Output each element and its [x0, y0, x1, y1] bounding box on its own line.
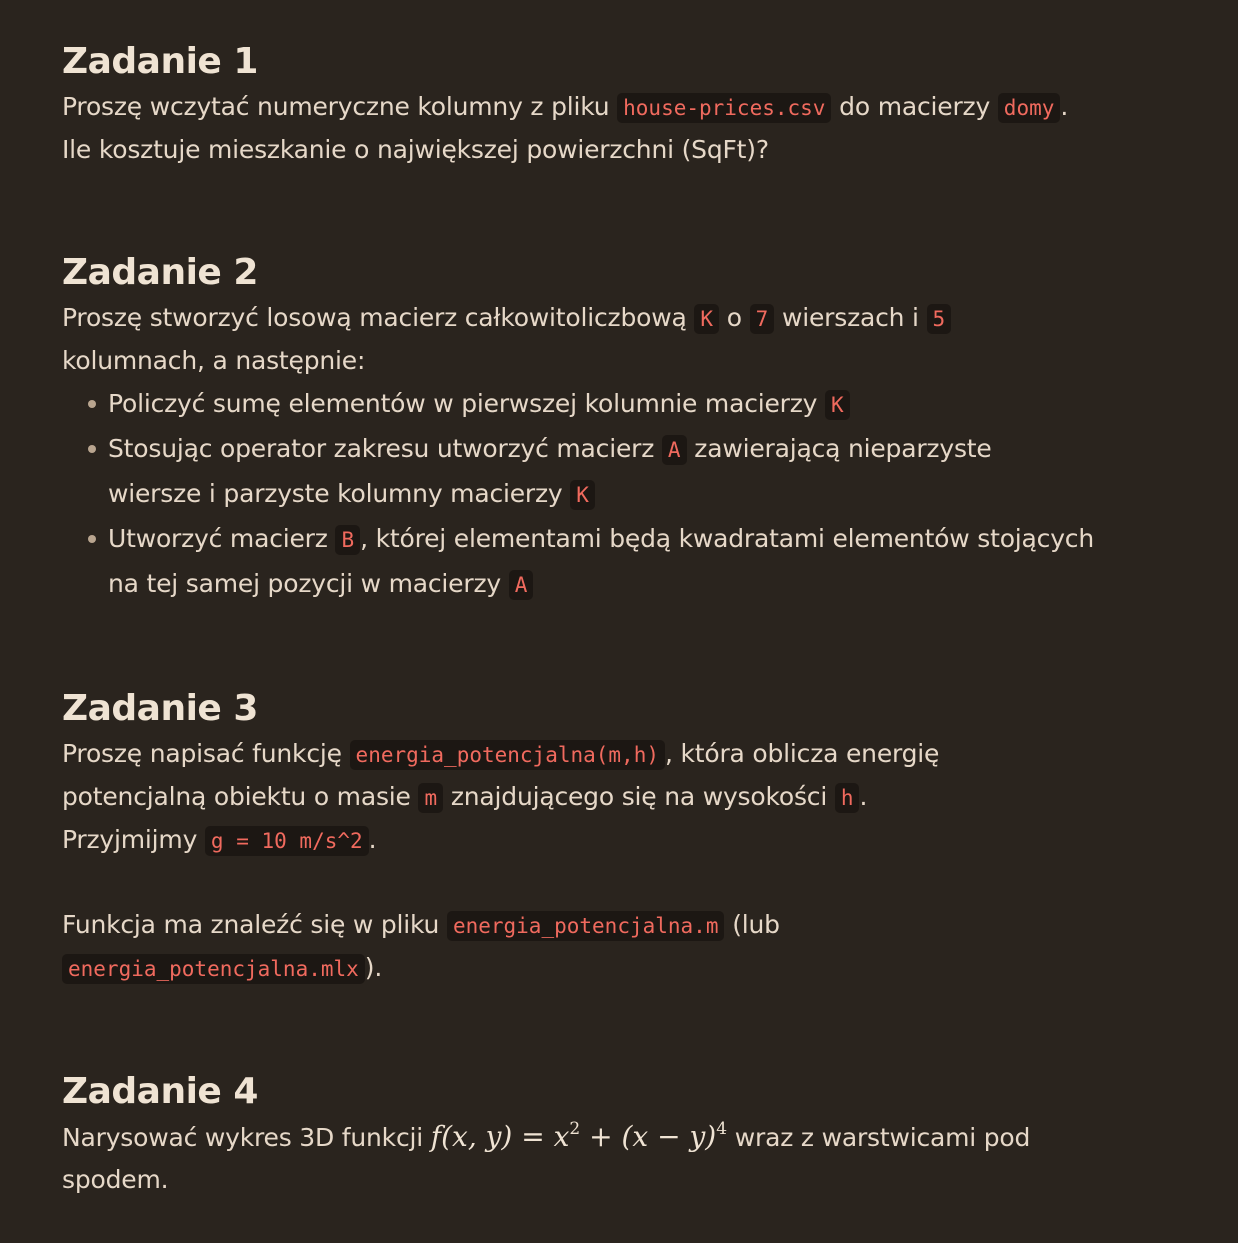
code-file-m: energia_potencjalna.m	[446, 911, 725, 941]
list-item: Stosując operator zakresu utworzyć macie…	[86, 427, 1176, 517]
code-K: K	[694, 304, 719, 334]
text: Utworzyć macierz	[108, 524, 336, 553]
document-page: Zadanie 1 Proszę wczytać numeryczne kolu…	[0, 0, 1238, 1243]
task-2-bullet-list: Policzyć sumę elementów w pierwszej kolu…	[62, 382, 1176, 607]
code-domy: domy	[997, 93, 1061, 123]
text: .	[1060, 92, 1069, 121]
task-2-line-1: Proszę stworzyć losową macierz całkowito…	[62, 297, 1176, 340]
text: znajdującego się na wysokości	[443, 782, 835, 811]
bullet-dot-icon	[88, 400, 96, 408]
code-B: B	[335, 525, 361, 555]
task-3-line-4: Funkcja ma znaleźć się w pliku energia_p…	[62, 904, 1176, 947]
math-exponent: 2	[569, 1119, 581, 1139]
task-2-line-2: kolumnach, a następnie:	[62, 346, 366, 375]
text: Proszę napisać funkcję	[62, 739, 350, 768]
task-4-line-2: spodem.	[62, 1165, 169, 1194]
code-gravity: g = 10 m/s^2	[204, 826, 369, 856]
text: Przyjmijmy	[62, 825, 205, 854]
text: .	[368, 825, 377, 854]
text: wierszach i	[774, 303, 927, 332]
math-part: + (x − y)	[580, 1120, 717, 1153]
bullet-dot-icon	[88, 535, 96, 543]
text: Funkcja ma znaleźć się w pliku	[62, 910, 447, 939]
text: (lub	[724, 910, 780, 939]
code-file-mlx: energia_potencjalna.mlx	[62, 954, 365, 984]
task-3-line-3: Przyjmijmy g = 10 m/s^2.	[62, 819, 1176, 862]
text: , która oblicza energię	[664, 739, 940, 768]
code-h: h	[834, 783, 860, 813]
task-1-line-2: Ile kosztuje mieszkanie o największej po…	[62, 135, 769, 164]
math-formula: f(x, y) = x2 + (x − y)4	[431, 1120, 727, 1153]
task-3-title: Zadanie 3	[62, 688, 258, 729]
task-4: Zadanie 4 Narysować wykres 3D funkcji f(…	[62, 1068, 1176, 1201]
list-item: Utworzyć macierz B, której elementami bę…	[86, 517, 1176, 607]
text: o	[719, 303, 750, 332]
text: na tej samej pozycji w macierzy	[108, 569, 509, 598]
code-m: m	[418, 783, 444, 813]
text: Policzyć sumę elementów w pierwszej kolu…	[108, 389, 826, 418]
task-1: Zadanie 1 Proszę wczytać numeryczne kolu…	[62, 38, 1176, 171]
text: wiersze i parzyste kolumny macierzy	[108, 479, 571, 508]
code-K: K	[570, 480, 595, 510]
text: do macierzy	[831, 92, 998, 121]
text: ).	[364, 953, 383, 982]
bullet-dot-icon	[88, 445, 96, 453]
text: .	[859, 782, 868, 811]
code-5: 5	[926, 304, 952, 334]
text: Narysować wykres 3D funkcji	[62, 1123, 431, 1152]
task-2-title: Zadanie 2	[62, 252, 258, 293]
task-3: Zadanie 3 Proszę napisać funkcję energia…	[62, 685, 1176, 990]
code-A: A	[508, 570, 534, 600]
code-K: K	[825, 390, 850, 420]
math-exponent: 4	[716, 1119, 728, 1139]
task-3-line-1: Proszę napisać funkcję energia_potencjal…	[62, 733, 1176, 776]
text: zawierającą nieparzyste	[686, 434, 992, 463]
text: Stosując operator zakresu utworzyć macie…	[108, 434, 662, 463]
text: , której elementami będą kwadratami elem…	[360, 524, 1094, 553]
task-3-line-5: energia_potencjalna.mlx).	[62, 947, 1176, 990]
task-2: Zadanie 2 Proszę stworzyć losową macierz…	[62, 249, 1176, 607]
text: potencjalną obiektu o masie	[62, 782, 419, 811]
task-1-line-1: Proszę wczytać numeryczne kolumny z plik…	[62, 86, 1176, 129]
text: Proszę stworzyć losową macierz całkowito…	[62, 303, 695, 332]
code-function-signature: energia_potencjalna(m,h)	[349, 740, 665, 770]
task-4-title: Zadanie 4	[62, 1071, 258, 1112]
code-A: A	[661, 435, 687, 465]
text: Proszę wczytać numeryczne kolumny z plik…	[62, 92, 618, 121]
code-house-prices-csv: house-prices.csv	[617, 93, 832, 123]
list-item: Policzyć sumę elementów w pierwszej kolu…	[86, 382, 1176, 427]
text: wraz z warstwicami pod	[727, 1123, 1031, 1152]
task-4-line-1: Narysować wykres 3D funkcji f(x, y) = x2…	[62, 1116, 1176, 1159]
task-3-line-2: potencjalną obiektu o masie m znajdujące…	[62, 776, 1176, 819]
math-part: f(x, y) = x	[430, 1120, 570, 1153]
code-7: 7	[749, 304, 775, 334]
task-1-title: Zadanie 1	[62, 41, 258, 82]
